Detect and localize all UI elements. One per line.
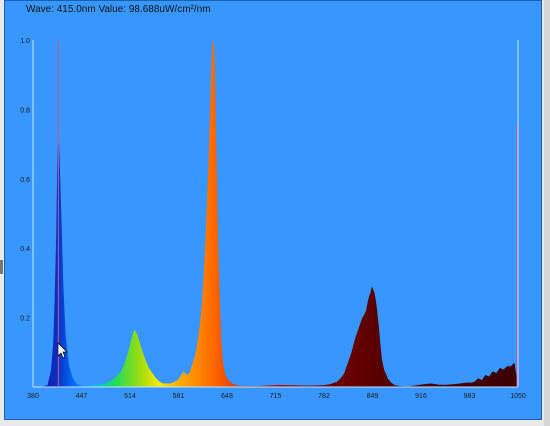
x-tick-label: 380: [27, 393, 39, 400]
x-tick-label: 916: [415, 393, 427, 400]
y-tick-label: 1.0: [20, 38, 30, 45]
x-tick-label: 782: [318, 393, 330, 400]
spectrum-chart[interactable]: 380 447 514 581 648 715 782 849 916 983 1050 1.0 0.8…: [0, 0, 550, 426]
x-tick-label: 715: [270, 393, 282, 400]
x-tick-label: 983: [464, 393, 476, 400]
x-tick-label: 648: [221, 393, 233, 400]
x-tick-label: 581: [173, 393, 185, 400]
spectrum-window: Wave: 415.0nm Value: 98.688uW/cm²/nm 380…: [0, 0, 550, 426]
x-tick-label: 514: [124, 393, 136, 400]
x-tick-label: 1050: [510, 393, 526, 400]
x-tick-label: 447: [76, 393, 88, 400]
x-tick-label: 849: [367, 393, 379, 400]
y-tick-label: 0.8: [20, 107, 30, 114]
y-tick-label: 0.6: [20, 177, 30, 184]
y-tick-label: 0.2: [20, 316, 30, 323]
y-tick-label: 0.4: [20, 246, 30, 253]
spectrum-area-0: [33, 40, 518, 387]
